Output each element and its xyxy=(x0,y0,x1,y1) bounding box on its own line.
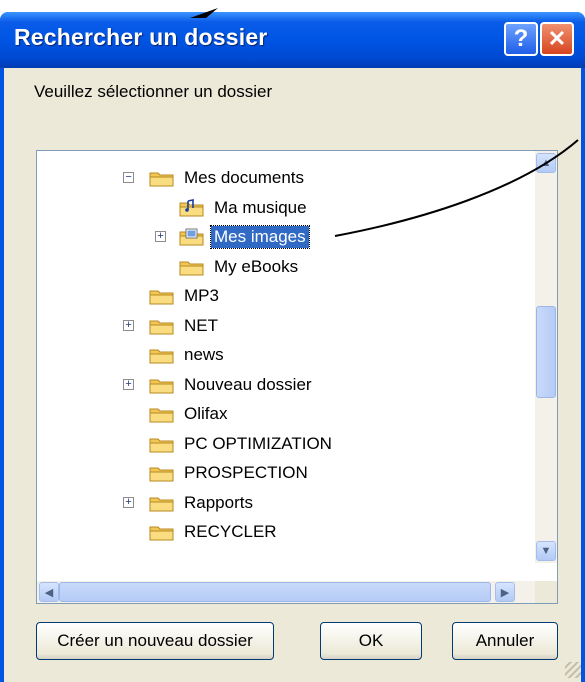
music-folder-icon xyxy=(179,198,211,217)
folder-icon xyxy=(149,317,181,335)
tree-item[interactable]: MP3 xyxy=(149,283,222,309)
tree-item-label: RECYCLER xyxy=(184,522,277,541)
tree-item-label: Mes documents xyxy=(184,168,304,187)
tree-item-label: MP3 xyxy=(184,286,219,305)
tree-item-label: Nouveau dossier xyxy=(184,374,312,394)
tree-item[interactable]: NET xyxy=(149,313,221,339)
tree-item[interactable]: Nouveau dossier xyxy=(149,372,315,398)
horizontal-scrollbar[interactable]: ◀ ▶ xyxy=(37,581,537,603)
folder-icon xyxy=(149,464,181,482)
tree-item-label: news xyxy=(184,345,224,364)
folder-icon xyxy=(149,169,181,187)
folder-tree[interactable]: Mes documents − Ma musique Mes images + My eB… xyxy=(36,150,558,604)
tree-item[interactable]: Olifax xyxy=(149,401,230,427)
create-new-folder-button[interactable]: Créer un nouveau dossier xyxy=(36,622,274,660)
tree-item-label: Mes images xyxy=(210,225,310,249)
expand-icon[interactable]: + xyxy=(155,231,166,243)
tree-item[interactable]: My eBooks xyxy=(179,254,301,280)
tree-item-label: PC OPTIMIZATION xyxy=(184,433,332,453)
folder-icon xyxy=(149,405,181,423)
folder-icon xyxy=(149,523,181,541)
folder-icon xyxy=(149,346,181,364)
help-button[interactable]: ? xyxy=(504,22,538,56)
cancel-button[interactable]: Annuler xyxy=(452,622,558,660)
folder-icon xyxy=(149,494,181,512)
dialog-title: Rechercher un dossier xyxy=(14,24,268,50)
tree-item[interactable]: PC OPTIMIZATION xyxy=(149,431,335,457)
tree-item-label: PROSPECTION xyxy=(184,463,308,482)
folder-icon xyxy=(149,376,181,394)
tree-item-label: My eBooks xyxy=(214,256,299,276)
tree-item[interactable]: PROSPECTION xyxy=(149,460,311,486)
folder-icon xyxy=(149,435,181,453)
expand-icon[interactable]: + xyxy=(123,496,134,508)
expand-icon[interactable]: + xyxy=(123,319,134,331)
resize-grip[interactable] xyxy=(565,662,581,678)
scroll-up-button[interactable]: ▲ xyxy=(536,153,556,173)
collapse-icon[interactable]: − xyxy=(123,172,134,184)
folder-icon xyxy=(179,258,211,276)
tree-item[interactable]: RECYCLER xyxy=(149,519,280,545)
tree-item-label: Olifax xyxy=(184,404,228,423)
tree-item[interactable]: Mes documents xyxy=(149,165,307,191)
pictures-folder-icon xyxy=(179,228,211,246)
ok-button[interactable]: OK xyxy=(320,622,422,660)
tree-item[interactable]: Ma musique xyxy=(179,195,310,221)
scroll-right-button[interactable]: ▶ xyxy=(495,582,515,602)
close-button[interactable]: ✕ xyxy=(540,22,574,56)
tree-item[interactable]: Rapports xyxy=(149,490,256,516)
vertical-scrollbar[interactable]: ▲ ▼ xyxy=(535,151,557,563)
scroll-down-button[interactable]: ▼ xyxy=(536,541,556,561)
vertical-scroll-thumb[interactable] xyxy=(536,306,556,398)
tree-item-label: NET xyxy=(184,315,218,335)
tree-item[interactable]: Mes images xyxy=(179,224,310,250)
scrollbar-corner xyxy=(535,581,557,603)
title-bar[interactable]: Rechercher un dossier ? ✕ xyxy=(0,12,585,68)
folder-icon xyxy=(149,287,181,305)
tree-item[interactable]: news xyxy=(149,342,227,368)
tree-item-label: Ma musique xyxy=(214,197,307,217)
instruction-text: Veuillez sélectionner un dossier xyxy=(34,82,273,101)
horizontal-scroll-thumb[interactable] xyxy=(59,582,491,602)
tree-item-label: Rapports xyxy=(184,492,253,512)
scroll-left-button[interactable]: ◀ xyxy=(39,582,59,602)
expand-icon[interactable]: + xyxy=(123,378,134,390)
